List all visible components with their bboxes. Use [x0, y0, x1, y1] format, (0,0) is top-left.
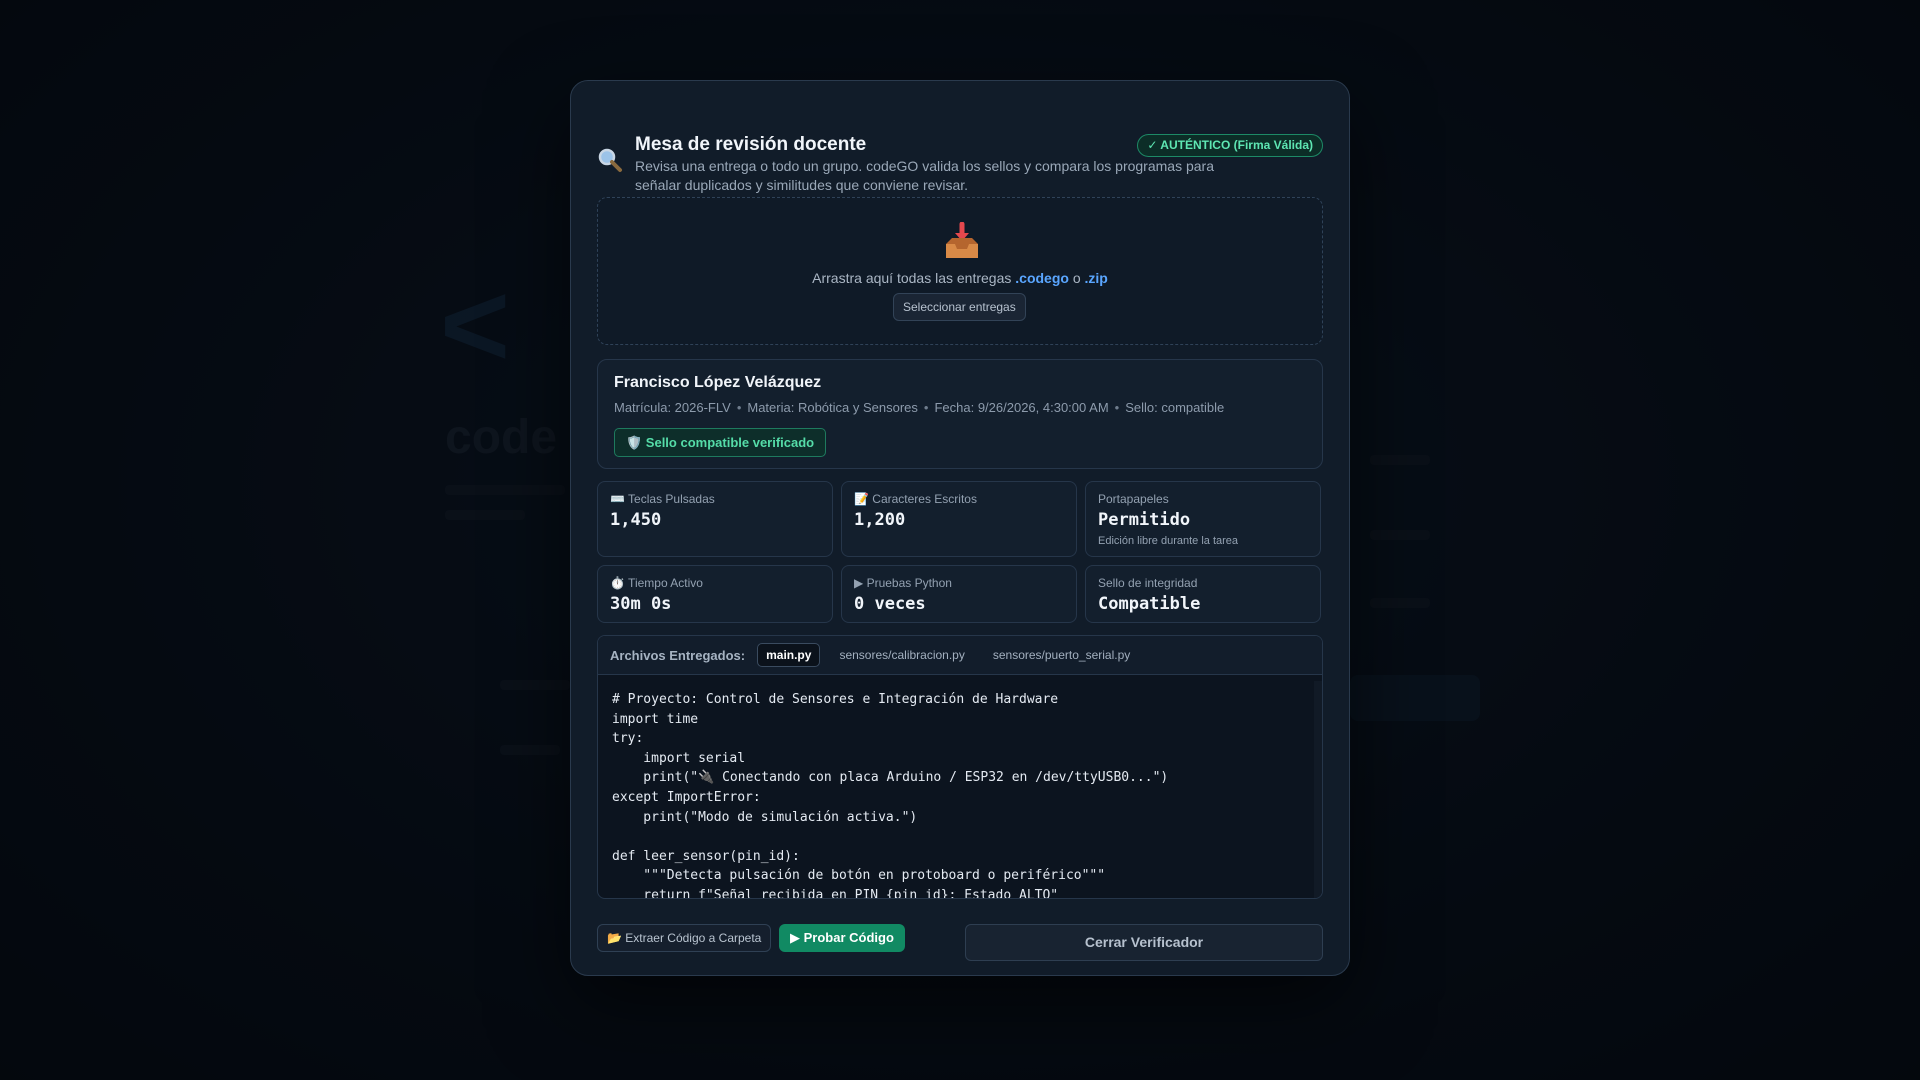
authenticity-badge: ✓ AUTÉNTICO (Firma Válida) [1137, 134, 1323, 157]
code-content: # Proyecto: Control de Sensores e Integr… [612, 692, 1169, 899]
stat-keys: ⌨️ Teclas Pulsadas 1,450 [597, 481, 833, 557]
stat-keys-value: 1,450 [610, 510, 662, 530]
stat-keys-label: ⌨️ Teclas Pulsadas [610, 492, 715, 506]
seal-verified-badge: 🛡️ Sello compatible verificado [614, 428, 827, 457]
submission-dropzone[interactable]: Arrastra aquí todas las entregas .codego… [597, 197, 1323, 345]
student-fecha: Fecha: 9/26/2026, 4:30:00 AM [934, 400, 1109, 415]
stat-seal-label: Sello de integridad [1098, 576, 1198, 590]
run-code-button[interactable]: ▶ Probar Código [779, 924, 905, 952]
close-verifier-button[interactable]: Cerrar Verificador [965, 924, 1323, 961]
inbox-tray-icon [946, 222, 978, 258]
stat-seal-value: Compatible [1098, 594, 1201, 614]
stat-chars-value: 1,200 [854, 510, 906, 530]
dropzone-text-or: o [1072, 270, 1081, 286]
extension-codego: .codego [1015, 270, 1069, 286]
select-submissions-button[interactable]: Seleccionar entregas [893, 293, 1026, 321]
stat-time-label: ⏱️ Tiempo Activo [610, 576, 703, 590]
files-label: Archivos Entregados: [610, 647, 746, 663]
stat-tests: ▶ Pruebas Python 0 veces [841, 565, 1077, 623]
code-scrollbar[interactable] [1314, 681, 1322, 898]
modal-header: Mesa de revisión docente Revisa una entr… [597, 107, 1323, 197]
stat-clipboard: Portapapeles Permitido Edición libre dur… [1085, 481, 1321, 557]
student-meta: Matrícula: 2026-FLV • Materia: Robótica y … [614, 400, 1225, 415]
stat-tests-value: 0 veces [854, 594, 926, 614]
modal-title: Mesa de revisión docente [635, 134, 867, 155]
stat-chars-label: 📝 Caracteres Escritos [854, 492, 977, 506]
extract-code-button[interactable]: 📂 Extraer Código a Carpeta [597, 924, 772, 952]
file-tabs: Archivos Entregados: main.py sensores/ca… [598, 636, 1322, 675]
student-card: Francisco López Velázquez Matrícula: 202… [597, 359, 1323, 469]
modal-actions: 📂 Extraer Código a Carpeta ▶ Probar Códi… [597, 924, 1323, 962]
stats-grid: ⌨️ Teclas Pulsadas 1,450 📝 Caracteres Es… [597, 481, 1323, 623]
student-sello: Sello: compatible [1125, 400, 1225, 415]
stat-clipboard-label: Portapapeles [1098, 492, 1169, 506]
extension-zip: .zip [1084, 270, 1108, 286]
submitted-files-panel: Archivos Entregados: main.py sensores/ca… [597, 635, 1323, 899]
magnifier-icon [598, 148, 622, 172]
stat-time: ⏱️ Tiempo Activo 30m 0s [597, 565, 833, 623]
tab-calibracion-py[interactable]: sensores/calibracion.py [830, 643, 973, 667]
stat-clipboard-note: Edición libre durante la tarea [1098, 535, 1239, 547]
stat-clipboard-value: Permitido [1098, 510, 1191, 530]
dropzone-text: Arrastra aquí todas las entregas .codego… [598, 270, 1322, 286]
code-viewer[interactable]: # Proyecto: Control de Sensores e Integr… [598, 675, 1322, 899]
review-modal: Mesa de revisión docente Revisa una entr… [570, 80, 1350, 976]
tab-puerto-serial-py[interactable]: sensores/puerto_serial.py [984, 643, 1139, 667]
stat-chars: 📝 Caracteres Escritos 1,200 [841, 481, 1077, 557]
stat-tests-label: ▶ Pruebas Python [854, 576, 952, 590]
student-matricula: Matrícula: 2026-FLV [614, 400, 731, 415]
stat-seal: Sello de integridad Compatible [1085, 565, 1321, 623]
student-name: Francisco López Velázquez [614, 374, 822, 391]
stat-time-value: 30m 0s [610, 594, 672, 614]
student-materia: Materia: Robótica y Sensores [747, 400, 918, 415]
dropzone-text-prefix: Arrastra aquí todas las entregas [812, 270, 1012, 286]
tab-main-py[interactable]: main.py [757, 643, 821, 667]
modal-subtitle: Revisa una entrega o todo un grupo. code… [635, 158, 1214, 193]
